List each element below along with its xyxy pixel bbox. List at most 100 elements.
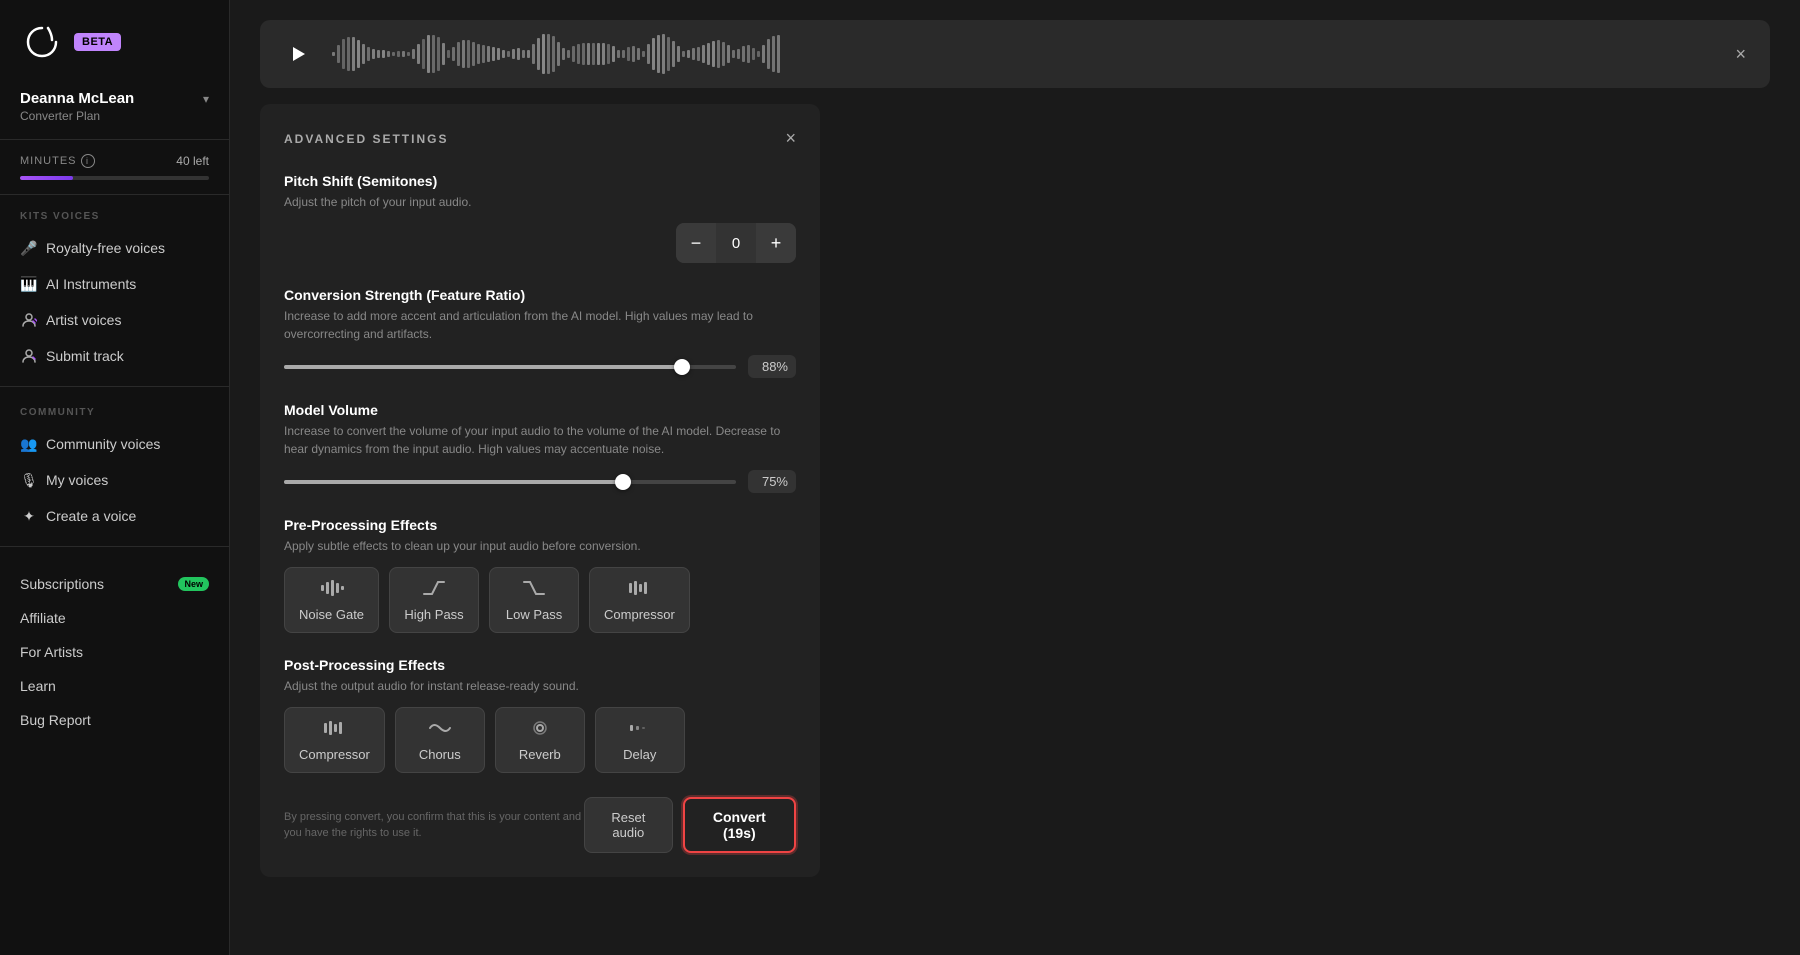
pitch-shift-plus-button[interactable]: +: [756, 223, 796, 263]
my-voices-icon: 🎙: [20, 471, 38, 489]
chevron-down-icon: ▾: [203, 92, 209, 106]
chorus-label: Chorus: [419, 747, 461, 762]
submit-track-icon: [20, 347, 38, 365]
sidebar-label-royalty-free-voices: Royalty-free voices: [46, 240, 165, 256]
minutes-bar-fill: [20, 176, 73, 180]
user-plan: Converter Plan: [20, 109, 209, 123]
reset-audio-button[interactable]: Reset audio: [584, 797, 673, 853]
post-processing-label: Post-Processing Effects: [284, 657, 796, 673]
reverb-label: Reverb: [519, 747, 561, 762]
sidebar-item-ai-instruments[interactable]: 🎹 AI Instruments: [0, 266, 229, 302]
minutes-info-icon[interactable]: i: [81, 154, 95, 168]
sidebar-item-create-a-voice[interactable]: ✦ Create a voice: [0, 498, 229, 534]
panel-header: ADVANCED SETTINGS ×: [284, 128, 796, 149]
artist-voices-icon: [20, 311, 38, 329]
compressor-post-button[interactable]: Compressor: [284, 707, 385, 773]
low-pass-button[interactable]: Low Pass: [489, 567, 579, 633]
delay-button[interactable]: Delay: [595, 707, 685, 773]
compressor-pre-label: Compressor: [604, 607, 675, 622]
community-voices-icon: 👥: [20, 435, 38, 453]
community-label: COMMUNITY: [0, 407, 229, 426]
compressor-post-label: Compressor: [299, 747, 370, 762]
ai-instruments-icon: 🎹: [20, 275, 38, 293]
minutes-progress-bar: [20, 176, 209, 180]
chorus-icon: [428, 718, 452, 741]
compressor-post-icon: [322, 718, 346, 741]
other-nav-section: Subscriptions New Affiliate For Artists …: [0, 551, 229, 745]
convert-button[interactable]: Convert (19s): [683, 797, 796, 853]
model-volume-value: 75%: [748, 470, 796, 493]
low-pass-icon: [522, 578, 546, 601]
sidebar-item-bug-report[interactable]: Bug Report: [0, 703, 229, 737]
compressor-pre-button[interactable]: Compressor: [589, 567, 690, 633]
sidebar-label-ai-instruments: AI Instruments: [46, 276, 136, 292]
model-volume-slider[interactable]: [284, 480, 736, 484]
user-section: Deanna McLean ▾ Converter Plan: [0, 80, 229, 140]
sidebar-item-community-voices[interactable]: 👥 Community voices: [0, 426, 229, 462]
sidebar-item-artist-voices[interactable]: Artist voices: [0, 302, 229, 338]
sidebar-label-learn: Learn: [20, 678, 56, 694]
pre-processing-row: Pre-Processing Effects Apply subtle effe…: [284, 517, 796, 633]
delay-label: Delay: [623, 747, 656, 762]
kits-voices-section: KITS VOICES 🎤 Royalty-free voices 🎹 AI I…: [0, 195, 229, 382]
user-name-row[interactable]: Deanna McLean ▾: [20, 90, 209, 107]
model-volume-row: Model Volume Increase to convert the vol…: [284, 402, 796, 493]
close-audio-button[interactable]: ×: [1731, 40, 1750, 69]
pitch-shift-desc: Adjust the pitch of your input audio.: [284, 193, 796, 211]
sidebar-item-royalty-free-voices[interactable]: 🎤 Royalty-free voices: [0, 230, 229, 266]
model-volume-thumb: [615, 474, 631, 490]
sidebar-label-subscriptions: Subscriptions: [20, 576, 104, 592]
noise-gate-button[interactable]: Noise Gate: [284, 567, 379, 633]
minutes-label: MINUTES i: [20, 154, 95, 168]
sidebar-item-my-voices[interactable]: 🎙 My voices: [0, 462, 229, 498]
pitch-shift-minus-button[interactable]: −: [676, 223, 716, 263]
sidebar-item-learn[interactable]: Learn: [0, 669, 229, 703]
sidebar-label-community-voices: Community voices: [46, 436, 160, 452]
minutes-left: 40 left: [176, 154, 209, 168]
waveform-display: [332, 34, 1715, 74]
sidebar-label-submit-track: Submit track: [46, 348, 124, 364]
model-volume-slider-row: 75%: [284, 470, 796, 493]
noise-gate-icon: [320, 578, 344, 601]
panel-title: ADVANCED SETTINGS: [284, 132, 448, 146]
model-volume-fill: [284, 480, 623, 484]
sidebar-item-affiliate[interactable]: Affiliate: [0, 601, 229, 635]
main-content: × ADVANCED SETTINGS × Pitch Shift (Semit…: [230, 0, 1800, 955]
conversion-strength-slider[interactable]: [284, 365, 736, 369]
delay-icon: [628, 718, 652, 741]
beta-badge: BETA: [74, 33, 121, 51]
pitch-shift-stepper: − 0 +: [676, 223, 796, 263]
conversion-strength-fill: [284, 365, 682, 369]
high-pass-icon: [422, 578, 446, 601]
post-processing-row: Post-Processing Effects Adjust the outpu…: [284, 657, 796, 773]
minutes-section: MINUTES i 40 left: [0, 140, 229, 195]
high-pass-button[interactable]: High Pass: [389, 567, 479, 633]
reverb-button[interactable]: Reverb: [495, 707, 585, 773]
low-pass-label: Low Pass: [506, 607, 562, 622]
community-section: COMMUNITY 👥 Community voices 🎙 My voices…: [0, 391, 229, 542]
conversion-strength-row: Conversion Strength (Feature Ratio) Incr…: [284, 287, 796, 378]
sidebar-item-submit-track[interactable]: Submit track: [0, 338, 229, 374]
chorus-button[interactable]: Chorus: [395, 707, 485, 773]
advanced-settings-panel: ADVANCED SETTINGS × Pitch Shift (Semiton…: [260, 104, 820, 877]
sidebar-item-subscriptions[interactable]: Subscriptions New: [0, 567, 229, 601]
conversion-strength-thumb: [674, 359, 690, 375]
royalty-free-voices-icon: 🎤: [20, 239, 38, 257]
pitch-shift-label: Pitch Shift (Semitones): [284, 173, 796, 189]
play-button[interactable]: [280, 36, 316, 72]
sidebar-label-artist-voices: Artist voices: [46, 312, 121, 328]
pre-processing-desc: Apply subtle effects to clean up your in…: [284, 537, 796, 555]
audio-player: ×: [260, 20, 1770, 88]
create-voice-icon: ✦: [20, 507, 38, 525]
disclaimer-text: By pressing convert, you confirm that th…: [284, 809, 584, 842]
action-row: By pressing convert, you confirm that th…: [284, 797, 796, 853]
panel-close-button[interactable]: ×: [785, 128, 796, 149]
new-badge: New: [178, 577, 209, 591]
conversion-strength-slider-row: 88%: [284, 355, 796, 378]
noise-gate-label: Noise Gate: [299, 607, 364, 622]
sidebar-label-create-a-voice: Create a voice: [46, 508, 136, 524]
sidebar-label-bug-report: Bug Report: [20, 712, 91, 728]
compressor-pre-icon: [627, 578, 651, 601]
sidebar-item-for-artists[interactable]: For Artists: [0, 635, 229, 669]
conversion-strength-value: 88%: [748, 355, 796, 378]
